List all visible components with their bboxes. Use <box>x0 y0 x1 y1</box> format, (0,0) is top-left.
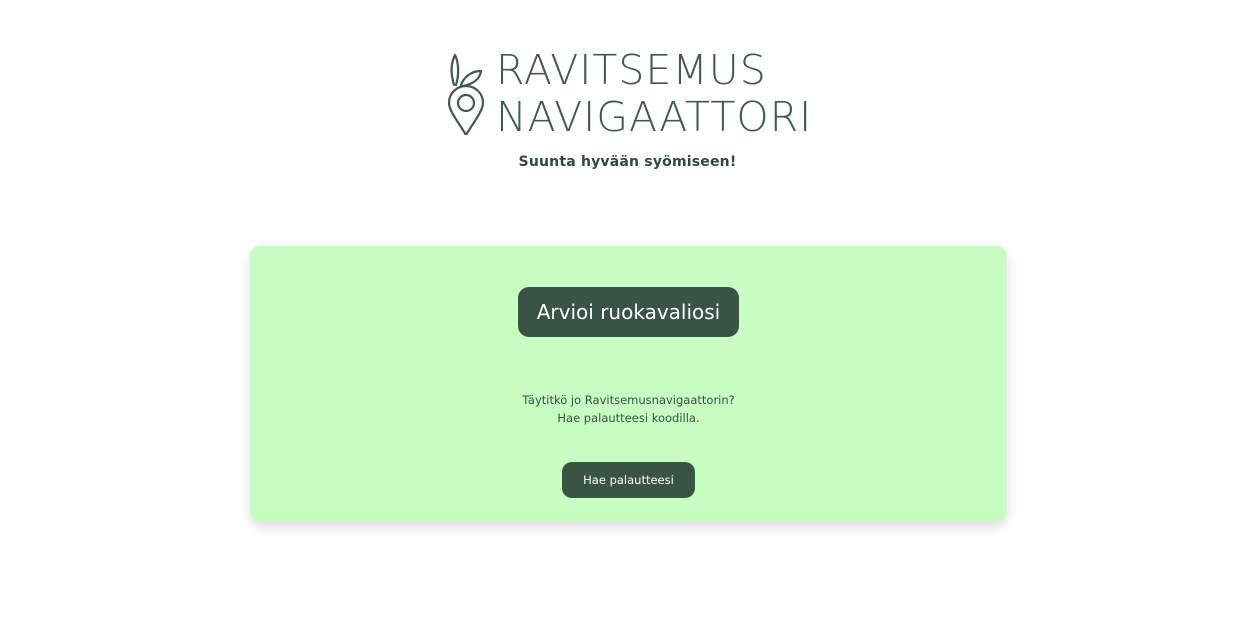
app-logo[interactable]: RAVITSEMUS NAVIGAATTORI <box>447 48 817 140</box>
page-header: RAVITSEMUS NAVIGAATTORI Suunta hyvään sy… <box>0 0 1255 200</box>
logo-title-line-2: NAVIGAATTORI <box>496 93 813 141</box>
carrot-location-pin-icon <box>447 53 485 135</box>
tagline: Suunta hyvään syömiseen! <box>518 154 737 170</box>
feedback-prompt-line-1: Täytitkö jo Ravitsemusnavigaattorin? <box>522 393 735 407</box>
main-card: Arvioi ruokavaliosi Täytitkö jo Ravitsem… <box>250 246 1007 521</box>
feedback-prompt-line-2: Hae palautteesi koodilla. <box>557 411 700 425</box>
get-feedback-button[interactable]: Hae palautteesi <box>562 462 695 498</box>
logo-title-line-1: RAVITSEMUS <box>496 46 767 94</box>
feedback-prompt: Täytitkö jo Ravitsemusnavigaattorin? Hae… <box>250 391 1007 427</box>
evaluate-diet-button[interactable]: Arvioi ruokavaliosi <box>518 287 739 337</box>
